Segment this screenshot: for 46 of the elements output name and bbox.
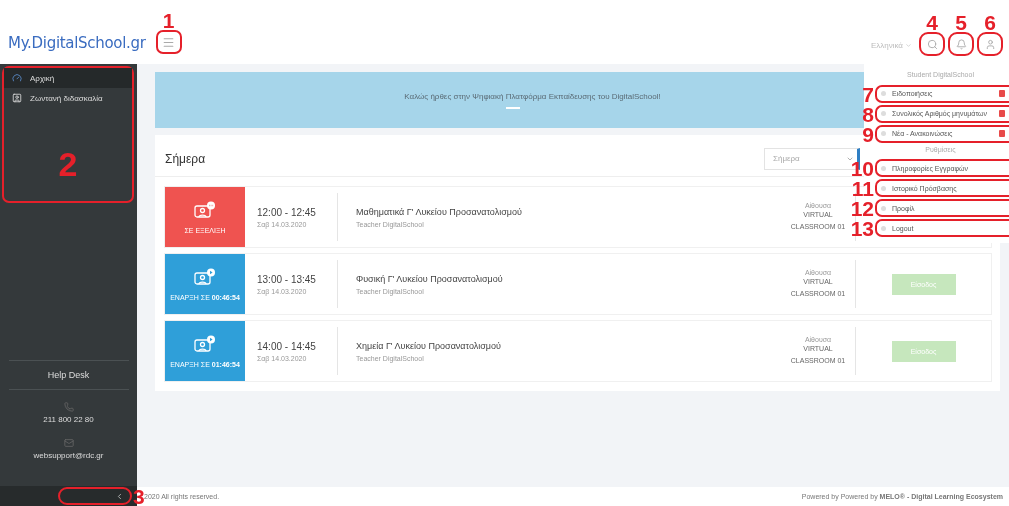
search-icon: [926, 38, 938, 50]
bullet-icon: [881, 165, 886, 171]
menu-icon: [162, 35, 176, 49]
user-frame-icon: [12, 93, 22, 103]
bullet-icon: [881, 185, 886, 191]
welcome-text: Καλώς ήρθες στην Ψηφιακή Πλατφόρμα Εκπαίδευσης του DigitalSchool!: [403, 91, 661, 101]
video-user-icon: [194, 200, 216, 219]
logo[interactable]: My.DigitalSchool.gr: [8, 34, 146, 56]
slide-indicator[interactable]: [505, 106, 520, 109]
lesson-time: 14:00 - 14:45: [257, 340, 317, 352]
video-user-icon: [194, 334, 216, 353]
card-title: Σήμερα: [165, 151, 206, 166]
caret-icon: [905, 42, 912, 49]
callout-number: 2: [58, 147, 78, 181]
user-icon: [984, 38, 996, 50]
helpdesk-title: Help Desk: [8, 360, 129, 390]
lesson-title: Χημεία Γ' Λυκείου Προσανατολισμού: [356, 340, 502, 351]
video-user-icon: [194, 267, 216, 286]
callout-number: 8: [862, 103, 874, 124]
bullet-icon: [881, 111, 886, 116]
callout-number: 12: [850, 197, 874, 219]
lesson-title: Φυσική Γ' Λυκείου Προσανατολισμού: [356, 273, 504, 284]
callout-number: 5: [955, 12, 967, 33]
phone-number: 211 800 22 80: [43, 415, 94, 424]
callout-number: 13: [850, 217, 874, 239]
bell-icon: [955, 38, 967, 50]
mail-icon: [63, 438, 74, 448]
bullet-icon: [881, 205, 886, 211]
chevron-left-icon: [115, 491, 124, 501]
gauge-icon: [12, 73, 22, 83]
email-link[interactable]: websupport@rdc.gr: [33, 451, 104, 460]
phone-icon: [63, 402, 74, 412]
lesson-time: 12:00 - 12:45: [257, 206, 317, 218]
lesson-time: 13:00 - 13:45: [257, 273, 317, 285]
nav-item[interactable]: Αρχική: [4, 68, 132, 88]
callout-number: 9: [862, 123, 874, 144]
callout-number: 4: [926, 12, 938, 33]
callout-number: 1: [162, 10, 175, 31]
callout-number: 11: [851, 177, 874, 199]
callout-number: 7: [862, 83, 874, 104]
lesson-title: Μαθηματικά Γ' Λυκείου Προσανατολισμού: [356, 206, 523, 217]
bullet-icon: [881, 91, 886, 96]
bullet-icon: [881, 225, 886, 231]
nav-item[interactable]: Ζωντανή διδασκαλία: [4, 88, 132, 108]
bullet-icon: [881, 131, 886, 136]
callout-number: 6: [984, 12, 996, 33]
